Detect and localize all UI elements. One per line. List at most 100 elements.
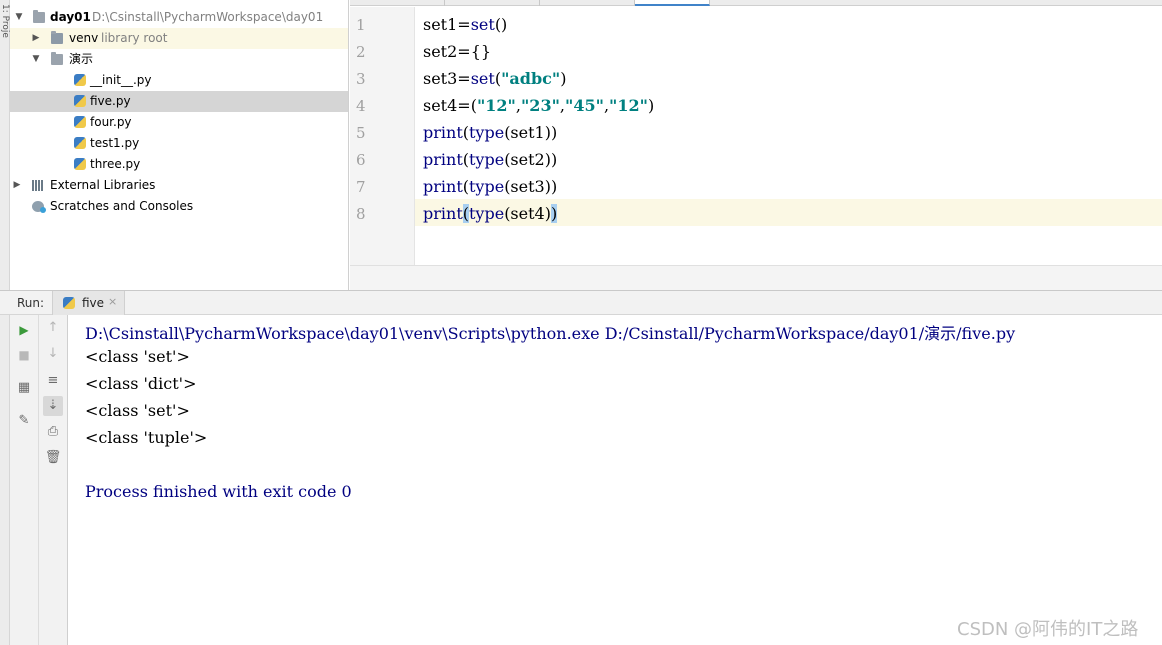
project-path: D:\Csinstall\PycharmWorkspace\day01: [92, 10, 324, 24]
string-token: "adbc": [501, 69, 561, 88]
code-token: set4=(: [423, 96, 477, 115]
tree-item-init[interactable]: __init__.py: [10, 70, 348, 91]
tree-item-demo-folder[interactable]: ▼ 演示: [10, 49, 348, 70]
code-token: (set3)): [504, 177, 558, 196]
arrow-down-icon[interactable]: ↓: [43, 344, 63, 364]
run-tab-five[interactable]: five ×: [52, 291, 125, 315]
tree-item-label: Scratches and Consoles: [50, 199, 194, 213]
console-line: <class 'set'>: [85, 401, 190, 420]
string-token: "12": [609, 96, 648, 115]
tree-item-four[interactable]: four.py: [10, 112, 348, 133]
tree-item-label: test1.py: [90, 136, 140, 150]
editor-tab[interactable]: [445, 0, 540, 6]
code-token: ): [647, 96, 655, 115]
folder-icon: [51, 52, 63, 65]
chevron-down-icon[interactable]: ▼: [14, 7, 24, 28]
builtin-token: set: [470, 69, 495, 88]
code-line[interactable]: print(type(set4)): [423, 204, 558, 223]
console-line: <class 'set'>: [85, 347, 190, 366]
code-line[interactable]: set4=("12","23","45","12"): [423, 96, 654, 115]
project-strip-label[interactable]: 1: Proje: [0, 4, 10, 38]
chevron-down-icon[interactable]: ▼: [31, 49, 41, 70]
code-line[interactable]: set2={}: [423, 42, 491, 61]
line-number: 6: [356, 151, 366, 169]
close-icon[interactable]: ×: [108, 295, 117, 308]
folder-icon: [33, 10, 45, 23]
tree-item-three[interactable]: three.py: [10, 154, 348, 175]
line-number: 5: [356, 124, 366, 142]
line-number: 1: [356, 16, 366, 34]
tree-item-day01[interactable]: ▼ day01 D:\Csinstall\PycharmWorkspace\da…: [10, 7, 348, 28]
matched-brace: ): [550, 204, 558, 223]
tree-item-label: venv: [69, 31, 99, 45]
editor-tab[interactable]: [540, 0, 635, 6]
chevron-right-icon[interactable]: ▶: [12, 175, 22, 196]
python-file-icon: [74, 158, 86, 170]
code-token: (set1)): [504, 123, 558, 142]
tree-item-test1[interactable]: test1.py: [10, 133, 348, 154]
console-line: <class 'dict'>: [85, 374, 197, 393]
project-tool-strip[interactable]: 1: Proje: [0, 0, 10, 290]
string-token: "45": [565, 96, 604, 115]
python-file-icon: [74, 74, 86, 86]
python-file-icon: [74, 116, 86, 128]
tree-item-external-libraries[interactable]: ▶ External Libraries: [10, 175, 348, 196]
editor-tab-bar: [350, 0, 1162, 6]
builtin-token: type: [469, 204, 505, 223]
tree-item-label: five.py: [90, 94, 131, 108]
code-token: (): [494, 15, 508, 34]
arrow-up-icon[interactable]: ↑: [43, 318, 63, 338]
code-line[interactable]: print(type(set1)): [423, 123, 557, 142]
line-number: 8: [356, 205, 366, 223]
tree-item-scratches[interactable]: Scratches and Consoles: [10, 196, 348, 217]
run-tool-window-header: Run: five ×: [0, 290, 1162, 315]
line-number: 3: [356, 70, 366, 88]
python-file-icon: [74, 137, 86, 149]
tree-item-label: __init__.py: [90, 73, 152, 87]
code-token: ): [560, 69, 567, 88]
console-exit-line: Process finished with exit code 0: [85, 482, 352, 501]
code-line[interactable]: set1=set(): [423, 15, 507, 34]
tree-item-label: External Libraries: [50, 178, 156, 192]
tree-item-five[interactable]: five.py: [10, 91, 348, 112]
scroll-to-end-icon[interactable]: ⇣: [43, 396, 63, 416]
builtin-token: type: [469, 123, 505, 142]
python-file-icon: [63, 297, 75, 309]
builtin-token: print: [423, 150, 463, 169]
run-toolbar-secondary: ↑ ↓ ≡ ⇣ ⎙ 🗑: [39, 315, 68, 645]
tree-item-label: three.py: [90, 157, 141, 171]
run-console[interactable]: D:\Csinstall\PycharmWorkspace\day01\venv…: [69, 315, 1162, 645]
code-line[interactable]: print(type(set2)): [423, 150, 557, 169]
python-file-icon: [74, 95, 86, 107]
builtin-token: type: [469, 177, 505, 196]
soft-wrap-icon[interactable]: ≡: [43, 371, 63, 391]
restore-layout-icon[interactable]: ▦: [14, 378, 34, 398]
project-tree: ▼ day01 D:\Csinstall\PycharmWorkspace\da…: [10, 0, 349, 290]
code-token: set3=: [423, 69, 471, 88]
chevron-right-icon[interactable]: ▶: [31, 28, 41, 49]
tree-item-venv[interactable]: ▶ venv library root: [10, 28, 348, 49]
stop-icon[interactable]: ■: [14, 345, 34, 365]
print-icon[interactable]: ⎙: [43, 422, 63, 442]
folder-icon: [51, 31, 63, 44]
editor-tab[interactable]: [350, 0, 445, 6]
builtin-token: print: [423, 204, 463, 223]
pin-icon[interactable]: ✎: [14, 411, 34, 431]
code-line[interactable]: set3=set("adbc"): [423, 69, 566, 88]
tree-item-label: four.py: [90, 115, 132, 129]
console-line: <class 'tuple'>: [85, 428, 208, 447]
tree-item-label: day01: [50, 10, 91, 24]
tree-item-label: 演示: [69, 52, 94, 66]
editor-tab-active[interactable]: [635, 0, 710, 6]
trash-icon[interactable]: 🗑: [43, 448, 63, 468]
left-edge-strip: [0, 315, 10, 645]
builtin-token: set: [470, 15, 495, 34]
console-line: D:\Csinstall\PycharmWorkspace\day01\venv…: [85, 324, 1016, 343]
library-root-hint: library root: [101, 31, 168, 45]
run-label: Run:: [17, 296, 45, 310]
line-number: 7: [356, 178, 366, 196]
builtin-token: print: [423, 123, 463, 142]
watermark: CSDN @阿伟的IT之路: [957, 619, 1139, 640]
rerun-icon[interactable]: ▶: [14, 320, 34, 340]
code-line[interactable]: print(type(set3)): [423, 177, 557, 196]
